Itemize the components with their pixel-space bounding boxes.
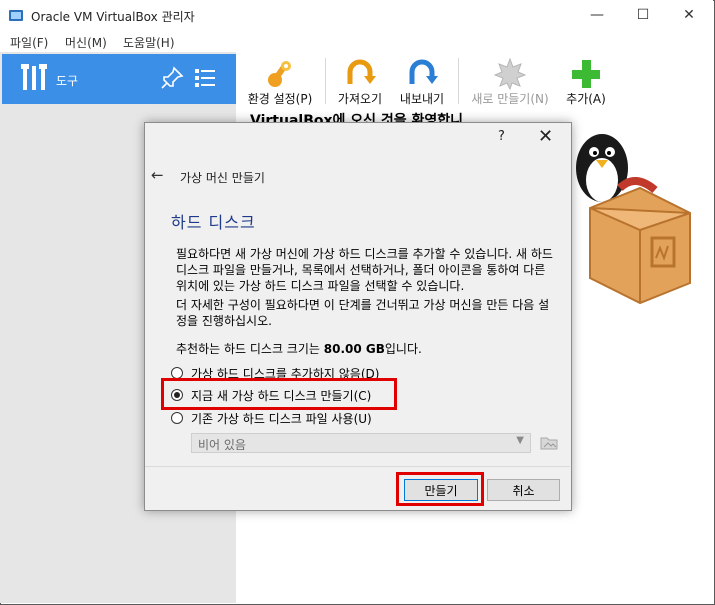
dialog-title: 가상 머신 만들기 [180, 171, 265, 185]
minimize-button[interactable]: — [574, 0, 620, 30]
export-icon [409, 59, 438, 84]
recommended-suffix: 입니다. [384, 342, 422, 356]
maximize-button[interactable]: ☐ [620, 0, 666, 30]
pin-icon[interactable] [160, 66, 184, 90]
highlight-box-create-button [396, 472, 484, 506]
radio-use-existing-disk[interactable]: 기존 가상 하드 디스크 파일 사용(U) [171, 409, 372, 427]
import-icon [347, 59, 376, 84]
new-label: 새로 만들기(N) [471, 92, 549, 106]
virtualbox-app-icon [9, 10, 23, 21]
dialog-separator [145, 466, 570, 467]
close-button[interactable]: ✕ [666, 0, 712, 30]
tools-label: 도구 [56, 74, 79, 88]
settings-button[interactable]: 환경 설정(P) [240, 56, 320, 108]
settings-icon [268, 61, 291, 87]
menu-help[interactable]: 도움말(H) [123, 34, 175, 51]
export-button[interactable]: 내보내기 [392, 56, 452, 108]
dialog-help-button[interactable]: ? [498, 129, 505, 144]
import-button[interactable]: 가져오기 [330, 56, 390, 108]
add-button[interactable]: 추가(A) [558, 56, 614, 108]
menu-machine[interactable]: 머신(M) [65, 34, 107, 51]
tools-icon [21, 64, 47, 90]
new-icon [494, 58, 526, 90]
folder-icon[interactable] [539, 433, 559, 453]
import-label: 가져오기 [337, 92, 383, 106]
toolbox-illustration-icon [576, 134, 691, 305]
toolbar-separator [325, 58, 326, 104]
recommended-prefix: 추천하는 하드 디스크 크기는 [176, 342, 324, 356]
toolbar-separator [458, 58, 459, 104]
cancel-button[interactable]: 취소 [487, 479, 560, 501]
add-icon [572, 60, 600, 88]
list-menu-icon[interactable] [193, 66, 217, 90]
radio-button[interactable] [171, 412, 183, 424]
advanced-paragraph: 더 자세한 구성이 필요하다면 이 단계를 건너뛰고 가상 머신을 만든 다음 … [176, 298, 550, 328]
export-label: 내보내기 [399, 92, 445, 106]
existing-disk-select-value: 비어 있음 [198, 438, 246, 452]
page-heading: 하드 디스크 [171, 213, 256, 232]
menu-bar [0, 30, 713, 52]
radio-use-existing-disk-label: 기존 가상 하드 디스크 파일 사용(U) [191, 411, 372, 426]
existing-disk-select[interactable]: 비어 있음 ▼ [191, 433, 531, 453]
dialog-close-button[interactable]: ✕ [538, 126, 553, 147]
new-button[interactable]: 새로 만들기(N) [464, 56, 556, 108]
settings-label: 환경 설정(P) [247, 92, 313, 106]
description-paragraph: 필요하다면 새 가상 머신에 가상 하드 디스크를 추가할 수 있습니다. 새 … [176, 247, 553, 293]
recommended-size-text: 추천하는 하드 디스크 크기는 80.00 GB입니다. [176, 341, 560, 357]
back-arrow-icon[interactable]: ← [151, 166, 164, 184]
recommended-size-value: 80.00 GB [323, 342, 385, 356]
highlight-box-create-disk-option [161, 378, 397, 410]
window-title: Oracle VM VirtualBox 관리자 [31, 10, 195, 24]
menu-file[interactable]: 파일(F) [10, 34, 48, 51]
chevron-down-icon: ▼ [516, 435, 524, 446]
add-label: 추가(A) [566, 92, 606, 106]
